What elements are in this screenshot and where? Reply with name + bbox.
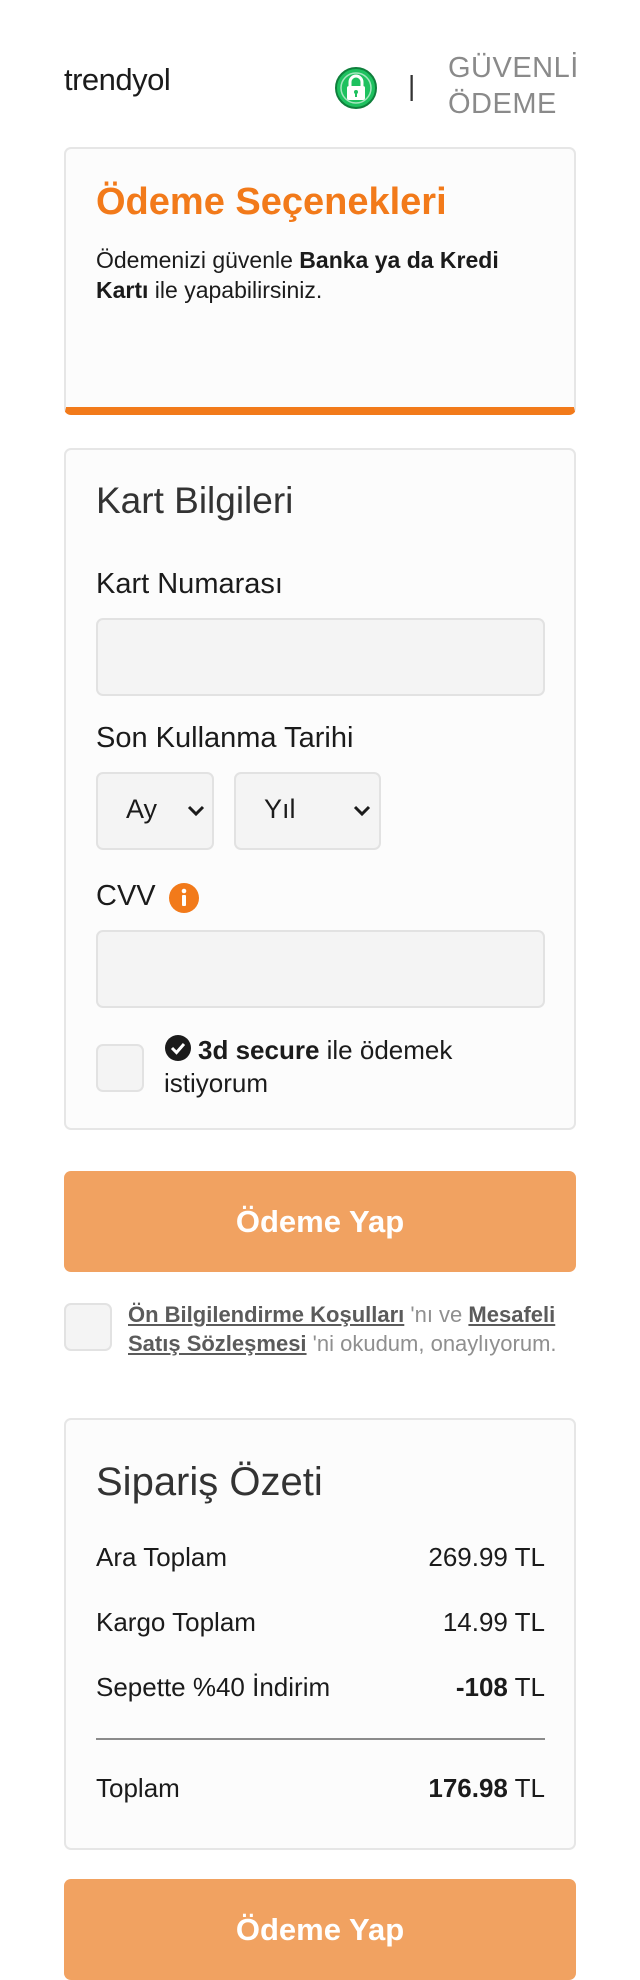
summary-label: Kargo Toplam bbox=[96, 1607, 256, 1637]
check-circle-icon bbox=[165, 1035, 191, 1061]
expiry-month-value: Ay bbox=[126, 794, 158, 824]
pay-button-bottom[interactable]: Ödeme Yap bbox=[64, 1879, 576, 1980]
expiry-label: Son Kullanma Tarihi bbox=[96, 722, 354, 754]
3d-secure-label: 3d secure ile ödemek istiyorum bbox=[164, 1034, 524, 1100]
pay-button[interactable]: Ödeme Yap bbox=[64, 1171, 576, 1272]
summary-currency: TL bbox=[507, 1542, 545, 1572]
payment-options-description: Ödemenizi güvenle Banka ya da Kredi Kart… bbox=[96, 245, 546, 305]
card-info-title: Kart Bilgileri bbox=[96, 480, 294, 521]
preliminary-info-link[interactable]: Ön Bilgilendirme Koşulları bbox=[128, 1302, 404, 1327]
summary-divider bbox=[96, 1738, 545, 1740]
agreement-text: Ön Bilgilendirme Koşulları 'nı ve Mesafe… bbox=[128, 1300, 568, 1358]
card-number-input[interactable] bbox=[96, 618, 545, 696]
summary-label: Sepette %40 İndirim bbox=[96, 1672, 331, 1702]
chevron-down-icon bbox=[187, 805, 205, 817]
order-summary-card: Sipariş Özeti Ara Toplam 269.99 TL Kargo… bbox=[64, 1418, 576, 1850]
summary-amount: 269.99 bbox=[428, 1542, 508, 1572]
secure-payment-label: GÜVENLİ ÖDEME bbox=[448, 50, 579, 122]
payment-options-card: Ödeme Seçenekleri Ödemenizi güvenle Bank… bbox=[64, 147, 576, 415]
payment-options-title: Ödeme Seçenekleri bbox=[96, 181, 447, 223]
agreement-checkbox[interactable] bbox=[64, 1303, 112, 1351]
desc-text: Ödemenizi güvenle bbox=[96, 247, 300, 273]
expiry-month-select[interactable]: Ay bbox=[96, 772, 214, 850]
agreement-post-text: 'ni okudum, onaylıyorum. bbox=[306, 1331, 557, 1356]
summary-currency: TL bbox=[507, 1672, 545, 1702]
trendyol-logo[interactable]: trendyol bbox=[64, 62, 171, 98]
expiry-year-value: Yıl bbox=[264, 794, 296, 824]
header-separator: | bbox=[408, 70, 416, 101]
summary-value: 269.99 TL bbox=[428, 1542, 545, 1573]
expiry-year-select[interactable]: Yıl bbox=[234, 772, 381, 850]
3d-secure-bold: 3d secure bbox=[198, 1035, 320, 1065]
cvv-label: CVV bbox=[96, 880, 156, 912]
card-number-label: Kart Numarası bbox=[96, 568, 283, 600]
summary-value: 176.98 TL bbox=[428, 1773, 545, 1804]
header: trendyol | GÜVENLİ ÖDEME bbox=[64, 48, 579, 128]
summary-currency: TL bbox=[507, 1607, 545, 1637]
summary-amount: 176.98 bbox=[428, 1773, 508, 1803]
summary-label: Toplam bbox=[96, 1773, 180, 1803]
summary-amount: -108 bbox=[455, 1672, 508, 1702]
summary-label: Ara Toplam bbox=[96, 1542, 228, 1572]
card-info-form: Kart Bilgileri Kart Numarası Son Kullanm… bbox=[64, 448, 576, 1130]
desc-text-end: ile yapabilirsiniz. bbox=[148, 277, 323, 303]
order-summary-title: Sipariş Özeti bbox=[96, 1460, 323, 1504]
summary-value: 14.99 TL bbox=[443, 1607, 545, 1638]
summary-currency: TL bbox=[507, 1773, 545, 1803]
summary-value: -108 TL bbox=[456, 1672, 545, 1703]
chevron-down-icon bbox=[353, 805, 371, 817]
cvv-input[interactable] bbox=[96, 930, 545, 1008]
lock-icon bbox=[335, 67, 377, 109]
agreement-mid-text: 'nı ve bbox=[404, 1302, 469, 1327]
info-icon[interactable] bbox=[168, 882, 200, 914]
summary-amount: 14.99 bbox=[442, 1607, 508, 1637]
secure-line-2: ÖDEME bbox=[448, 88, 557, 120]
secure-line-1: GÜVENLİ bbox=[448, 52, 579, 84]
3d-secure-checkbox[interactable] bbox=[96, 1044, 144, 1092]
